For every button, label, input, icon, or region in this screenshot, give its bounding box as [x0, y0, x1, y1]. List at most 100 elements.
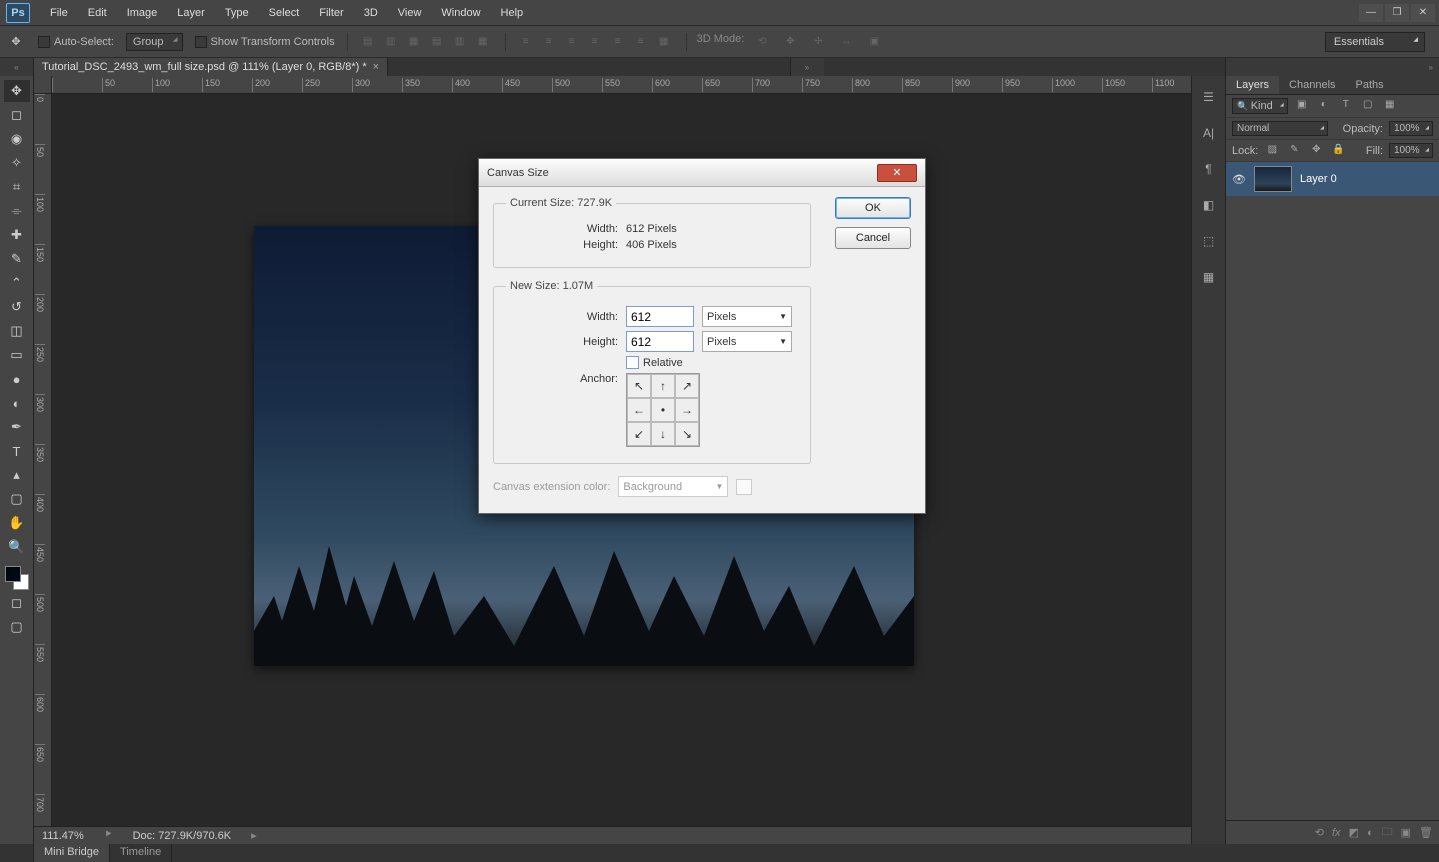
new-group-icon[interactable]: 🗀	[1382, 823, 1393, 842]
distribute-icon[interactable]: ≡	[608, 33, 628, 51]
auto-align-icon[interactable]: ▦	[654, 33, 674, 51]
filter-adjust-icon[interactable]: ◐	[1316, 99, 1332, 113]
brush-tool[interactable]: ✎	[4, 248, 30, 270]
zoom-tool[interactable]: 🔍	[4, 536, 30, 558]
color-swatch[interactable]	[5, 566, 29, 590]
dialog-close-button[interactable]: ✕	[877, 164, 917, 182]
auto-select-mode-select[interactable]: Group	[126, 33, 183, 51]
orbit-icon[interactable]: ⟲	[752, 33, 772, 51]
lock-position-icon[interactable]: ✥	[1308, 144, 1324, 158]
menu-view[interactable]: View	[388, 3, 432, 23]
history-panel-icon[interactable]: ☰	[1198, 86, 1220, 108]
filter-shape-icon[interactable]: ▢	[1360, 99, 1376, 113]
relative-checkbox[interactable]	[626, 356, 639, 369]
delete-layer-icon[interactable]: 🗑	[1419, 826, 1433, 839]
wand-tool[interactable]: ✧	[4, 152, 30, 174]
filter-kind-select[interactable]: 🔍 Kind	[1232, 98, 1288, 114]
align-icon[interactable]: ▤	[358, 33, 378, 51]
panel-icon[interactable]: ▦	[1198, 266, 1220, 288]
auto-select-checkbox[interactable]: Auto-Select:	[38, 36, 114, 48]
align-icon[interactable]: ▤	[427, 33, 447, 51]
tab-layers[interactable]: Layers	[1226, 76, 1279, 94]
status-arrow-icon[interactable]: ▸	[251, 829, 257, 842]
fill-input[interactable]: 100%	[1389, 143, 1433, 158]
lock-all-icon[interactable]: 🔒	[1330, 144, 1346, 158]
align-icon[interactable]: ▦	[404, 33, 424, 51]
dock-collapse-icon[interactable]: »	[790, 58, 824, 76]
lasso-tool[interactable]: ◉	[4, 128, 30, 150]
anchor-c[interactable]: •	[651, 398, 675, 422]
panels-collapse-icon[interactable]: »	[1225, 58, 1439, 76]
dodge-tool[interactable]: ◐	[4, 392, 30, 414]
filter-smart-icon[interactable]: ▦	[1382, 99, 1398, 113]
filter-type-icon[interactable]: T	[1338, 99, 1354, 113]
lock-brush-icon[interactable]: ✎	[1286, 144, 1302, 158]
toolbox-collapse-icon[interactable]: «	[0, 58, 34, 76]
menu-edit[interactable]: Edit	[78, 3, 117, 23]
menu-help[interactable]: Help	[491, 3, 534, 23]
eraser-tool[interactable]: ◫	[4, 320, 30, 342]
menu-layer[interactable]: Layer	[167, 3, 215, 23]
tab-timeline[interactable]: Timeline	[110, 844, 172, 862]
3d-panel-icon[interactable]: ◧	[1198, 194, 1220, 216]
menu-type[interactable]: Type	[215, 3, 259, 23]
layer-name[interactable]: Layer 0	[1300, 173, 1337, 185]
extension-color-swatch[interactable]	[736, 479, 752, 495]
layer-thumbnail[interactable]	[1254, 166, 1292, 192]
properties-panel-icon[interactable]: ⬚	[1198, 230, 1220, 252]
dolly-icon[interactable]: ✢	[808, 33, 828, 51]
lock-pixels-icon[interactable]: ▨	[1264, 144, 1280, 158]
hand-tool[interactable]: ✋	[4, 512, 30, 534]
distribute-icon[interactable]: ≡	[631, 33, 651, 51]
document-tab[interactable]: Tutorial_DSC_2493_wm_full size.psd @ 111…	[34, 58, 388, 76]
workspace-switcher[interactable]: Essentials	[1325, 32, 1425, 52]
distribute-icon[interactable]: ≡	[562, 33, 582, 51]
heal-tool[interactable]: ✚	[4, 224, 30, 246]
anchor-nw[interactable]: ↖	[627, 374, 651, 398]
eyedropper-tool[interactable]: ⌯	[4, 200, 30, 222]
anchor-ne[interactable]: ↗	[675, 374, 699, 398]
menu-window[interactable]: Window	[431, 3, 490, 23]
anchor-grid[interactable]: ↖↑↗ ←•→ ↙↓↘	[626, 373, 700, 447]
cancel-button[interactable]: Cancel	[835, 227, 911, 249]
height-unit-select[interactable]: Pixels	[702, 331, 792, 352]
gradient-tool[interactable]: ▭	[4, 344, 30, 366]
align-icon[interactable]: ▥	[450, 33, 470, 51]
menu-filter[interactable]: Filter	[309, 3, 353, 23]
tab-paths[interactable]: Paths	[1346, 76, 1394, 94]
menu-file[interactable]: File	[40, 3, 78, 23]
dialog-titlebar[interactable]: Canvas Size ✕	[479, 159, 925, 187]
anchor-sw[interactable]: ↙	[627, 422, 651, 446]
ruler-horizontal[interactable]: 5010015020025030035040045050055060065070…	[52, 76, 1191, 94]
close-tab-icon[interactable]: ×	[373, 61, 379, 73]
camera-icon[interactable]: ▣	[864, 33, 884, 51]
window-close-button[interactable]: ✕	[1411, 4, 1435, 22]
filter-pixel-icon[interactable]: ▣	[1294, 99, 1310, 113]
align-icon[interactable]: ▦	[473, 33, 493, 51]
shape-tool[interactable]: ▢	[4, 488, 30, 510]
move-tool[interactable]: ✥	[4, 80, 30, 102]
new-layer-icon[interactable]: ▣	[1401, 826, 1411, 839]
zoom-value[interactable]: 111.47%	[42, 830, 84, 842]
blur-tool[interactable]: ●	[4, 368, 30, 390]
link-layers-icon[interactable]: ⟲	[1315, 826, 1324, 839]
window-maximize-button[interactable]: ❐	[1385, 4, 1409, 22]
character-panel-icon[interactable]: A|	[1198, 122, 1220, 144]
anchor-s[interactable]: ↓	[651, 422, 675, 446]
type-tool[interactable]: T	[4, 440, 30, 462]
height-input[interactable]	[626, 331, 694, 352]
distribute-icon[interactable]: ≡	[585, 33, 605, 51]
width-unit-select[interactable]: Pixels	[702, 306, 792, 327]
tab-channels[interactable]: Channels	[1279, 76, 1345, 94]
status-arrow-icon[interactable]: ⯈	[104, 829, 113, 842]
stamp-tool[interactable]: ⌃	[4, 272, 30, 294]
pan-icon[interactable]: ✥	[780, 33, 800, 51]
paragraph-panel-icon[interactable]: ¶	[1198, 158, 1220, 180]
layer-mask-icon[interactable]: ◩	[1349, 826, 1359, 839]
new-adjustment-icon[interactable]: ◐	[1367, 827, 1374, 839]
crop-tool[interactable]: ⌗	[4, 176, 30, 198]
opacity-input[interactable]: 100%	[1389, 121, 1433, 136]
anchor-w[interactable]: ←	[627, 398, 651, 422]
distribute-icon[interactable]: ≡	[539, 33, 559, 51]
ruler-vertical[interactable]: 0501001502002503003504004505005506006507…	[34, 94, 52, 826]
